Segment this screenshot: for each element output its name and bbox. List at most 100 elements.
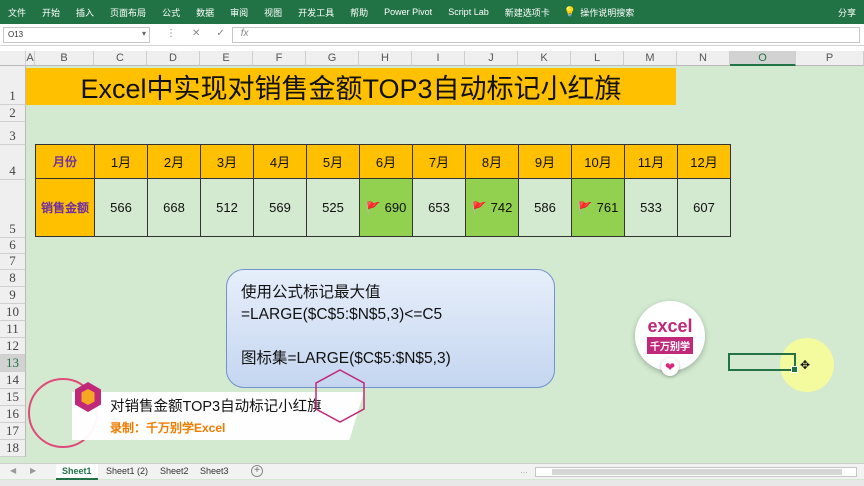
ribbon-tab-help[interactable]: 帮助: [342, 6, 376, 19]
column-header-o[interactable]: O: [730, 51, 796, 66]
row-header-2[interactable]: 2: [0, 105, 26, 122]
column-header-i[interactable]: I: [412, 51, 465, 66]
month-cell[interactable]: 1月: [94, 144, 148, 179]
share-button[interactable]: 分享: [830, 6, 864, 19]
column-header-a[interactable]: A: [26, 51, 35, 66]
more-tabs-icon[interactable]: …: [520, 466, 528, 475]
row-header-8[interactable]: 8: [0, 270, 26, 287]
horizontal-scrollbar[interactable]: [535, 467, 857, 477]
column-header-b[interactable]: B: [35, 51, 94, 66]
column-header-j[interactable]: J: [465, 51, 518, 66]
row-header-16[interactable]: 16: [0, 406, 26, 423]
sales-cell[interactable]: 569: [253, 178, 307, 237]
sales-cell[interactable]: 668: [147, 178, 201, 237]
sales-value: 569: [269, 200, 291, 215]
ribbon-tab-insert[interactable]: 插入: [68, 6, 102, 19]
ribbon-menubar: 文件 开始 插入 页面布局 公式 数据 审阅 视图 开发工具 帮助 Power …: [0, 0, 864, 24]
sales-cell[interactable]: 566: [94, 178, 148, 237]
sales-row-label[interactable]: 销售金额: [35, 178, 95, 237]
tell-me-search[interactable]: 操作说明搜索: [580, 6, 634, 19]
row-header-1[interactable]: 1: [0, 66, 26, 105]
logo-text-brand: 千万别学: [647, 337, 693, 354]
month-cell[interactable]: 11月: [624, 144, 678, 179]
red-flag-icon: 🚩: [577, 201, 593, 215]
sales-cell[interactable]: 533: [624, 178, 678, 237]
more-options-icon[interactable]: ⋮: [166, 28, 176, 39]
sales-cell[interactable]: 653: [412, 178, 466, 237]
row-header-6[interactable]: 6: [0, 237, 26, 254]
row-header-13[interactable]: 13: [0, 355, 26, 372]
sheet-tab-sheet3[interactable]: Sheet3: [194, 464, 235, 480]
tab-scroll-right-icon[interactable]: ▶: [30, 466, 36, 475]
ribbon-tab-home[interactable]: 开始: [34, 6, 68, 19]
column-header-n[interactable]: N: [677, 51, 730, 66]
select-all-corner[interactable]: [0, 51, 26, 66]
sales-cell[interactable]: 512: [200, 178, 254, 237]
row-header-9[interactable]: 9: [0, 287, 26, 304]
ribbon-tab-script-lab[interactable]: Script Lab: [440, 7, 497, 17]
month-cell[interactable]: 3月: [200, 144, 254, 179]
column-header-m[interactable]: M: [624, 51, 677, 66]
row-header-18[interactable]: 18: [0, 440, 26, 457]
month-row-label[interactable]: 月份: [35, 144, 95, 179]
tab-scroll-left-icon[interactable]: ◀: [10, 466, 16, 475]
formula-input[interactable]: [232, 27, 860, 43]
selected-cell-o13[interactable]: [728, 353, 798, 373]
sales-cell[interactable]: 🚩 761: [571, 178, 625, 237]
month-cell[interactable]: 6月: [359, 144, 413, 179]
column-header-p[interactable]: P: [796, 51, 864, 66]
row-header-12[interactable]: 12: [0, 338, 26, 355]
column-header-e[interactable]: E: [200, 51, 253, 66]
month-cell[interactable]: 12月: [677, 144, 731, 179]
month-cell[interactable]: 8月: [465, 144, 519, 179]
hexagon-icon: [75, 382, 101, 412]
ribbon-tab-power-pivot[interactable]: Power Pivot: [376, 7, 440, 17]
ribbon-tab-data[interactable]: 数据: [188, 6, 222, 19]
month-cell[interactable]: 4月: [253, 144, 307, 179]
scrollbar-thumb[interactable]: [552, 469, 842, 475]
row-header-11[interactable]: 11: [0, 321, 26, 338]
sales-cell[interactable]: 525: [306, 178, 360, 237]
column-header-h[interactable]: H: [359, 51, 412, 66]
column-header-k[interactable]: K: [518, 51, 571, 66]
ribbon-tab-formulas[interactable]: 公式: [154, 6, 188, 19]
month-cell[interactable]: 5月: [306, 144, 360, 179]
month-cell[interactable]: 7月: [412, 144, 466, 179]
row-header-15[interactable]: 15: [0, 389, 26, 406]
sheet-tab-sheet1[interactable]: Sheet1: [56, 464, 98, 480]
sales-cell[interactable]: 🚩 742: [465, 178, 519, 237]
sales-cell[interactable]: 607: [677, 178, 731, 237]
sales-cell[interactable]: 586: [518, 178, 572, 237]
red-flag-icon: 🚩: [365, 201, 381, 215]
enter-icon[interactable]: ✓: [216, 28, 224, 39]
month-cell[interactable]: 2月: [147, 144, 201, 179]
name-box[interactable]: O13 ▾: [3, 27, 150, 43]
chevron-down-icon[interactable]: ▾: [142, 29, 146, 38]
row-header-4[interactable]: 4: [0, 145, 26, 180]
row-header-17[interactable]: 17: [0, 423, 26, 440]
month-cell[interactable]: 9月: [518, 144, 572, 179]
row-header-5[interactable]: 5: [0, 180, 26, 238]
ribbon-tab-developer[interactable]: 开发工具: [290, 6, 342, 19]
ribbon-tab-page-layout[interactable]: 页面布局: [102, 6, 154, 19]
ribbon-tab-view[interactable]: 视图: [256, 6, 290, 19]
row-header-7[interactable]: 7: [0, 253, 26, 270]
column-header-l[interactable]: L: [571, 51, 624, 66]
column-header-g[interactable]: G: [306, 51, 359, 66]
row-header-3[interactable]: 3: [0, 122, 26, 145]
formula-note-box[interactable]: 使用公式标记最大值 =LARGE($C$5:$N$5,3)<=C5 图标集=LA…: [226, 269, 555, 388]
add-sheet-icon[interactable]: +: [251, 465, 263, 477]
ribbon-tab-new-tab[interactable]: 新建选项卡: [497, 6, 558, 19]
sales-cell[interactable]: 🚩 690: [359, 178, 413, 237]
ribbon-tab-review[interactable]: 审阅: [222, 6, 256, 19]
row-header-10[interactable]: 10: [0, 304, 26, 321]
column-header-d[interactable]: D: [147, 51, 200, 66]
month-cell[interactable]: 10月: [571, 144, 625, 179]
column-header-f[interactable]: F: [253, 51, 306, 66]
sheet-tab-sheet2[interactable]: Sheet2: [154, 464, 195, 480]
cancel-icon[interactable]: ✕: [192, 28, 200, 39]
row-header-14[interactable]: 14: [0, 372, 26, 389]
ribbon-tab-file[interactable]: 文件: [0, 6, 34, 19]
sheet-tab-sheet1-2[interactable]: Sheet1 (2): [100, 464, 154, 480]
column-header-c[interactable]: C: [94, 51, 147, 66]
